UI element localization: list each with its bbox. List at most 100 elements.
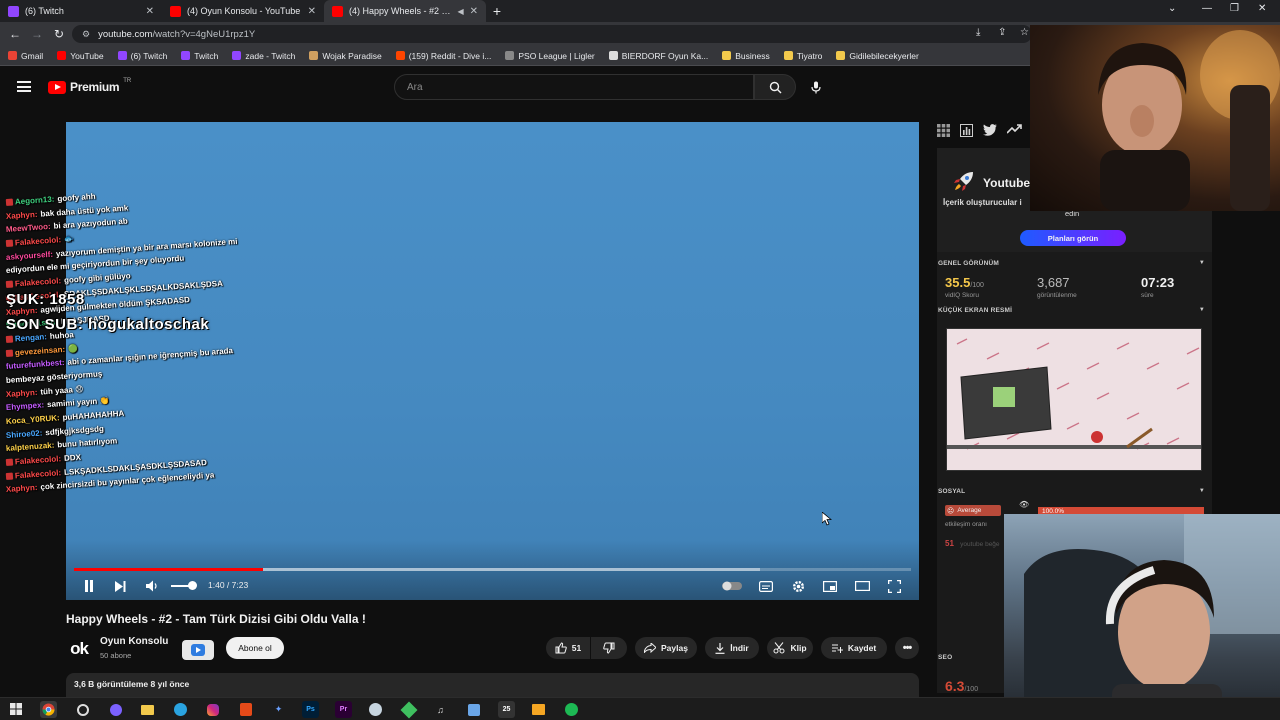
bookmark-item[interactable]: Tiyatro [783, 51, 822, 61]
chat-username: Falakecolol: [14, 276, 62, 289]
webcam-bottom [1004, 514, 1280, 720]
app-icon-green[interactable] [400, 701, 417, 718]
files-icon[interactable] [530, 701, 547, 718]
bookmark-icon [836, 51, 846, 60]
search-input[interactable]: Ara [394, 74, 754, 100]
next-button[interactable] [112, 577, 128, 595]
maximize-icon[interactable]: ❐ [1230, 3, 1239, 14]
social-section-header[interactable]: SOSYAL ▼ [938, 488, 1211, 495]
video-thumbnail[interactable] [946, 328, 1202, 471]
see-plans-button[interactable]: Planları görün [1020, 230, 1126, 246]
miniplayer-button[interactable] [822, 577, 838, 595]
subtitles-button[interactable] [758, 577, 774, 595]
autoplay-toggle[interactable] [721, 577, 743, 595]
premiere-icon[interactable]: Pr [335, 701, 352, 718]
new-tab-button[interactable]: + [486, 0, 508, 22]
bookmark-item[interactable]: Twitch [181, 51, 218, 61]
office-icon[interactable] [237, 701, 254, 718]
reload-icon[interactable]: ↻ [48, 27, 70, 41]
download-button[interactable]: İndir [705, 637, 759, 659]
extension-badge[interactable] [182, 640, 214, 660]
bookmark-star-icon[interactable]: ☆ [1020, 27, 1029, 38]
description-box[interactable]: 3,6 B görüntüleme 8 yıl önce [66, 673, 919, 697]
rocket-icon [954, 172, 973, 191]
chrome-icon[interactable] [40, 701, 57, 718]
close-icon[interactable]: ✕ [470, 6, 478, 17]
photoshop-icon[interactable]: Ps [302, 701, 319, 718]
bookmark-item[interactable]: BIERDORF Oyun Ka... [608, 51, 708, 61]
bookmark-icon [395, 51, 405, 60]
bookmark-item[interactable]: YouTube [57, 51, 104, 61]
chat-text: goofy ahh [57, 191, 96, 204]
overview-section-header[interactable]: GENEL GÖRÜNÜM ▼ [938, 260, 1211, 267]
app-icon-blue[interactable] [465, 701, 482, 718]
score-label: vidIQ Skoru [945, 292, 979, 299]
bookmark-item[interactable]: (6) Twitch [117, 51, 167, 61]
youtube-logo[interactable]: Premium TR [48, 78, 131, 94]
grid-icon[interactable] [937, 124, 950, 137]
instagram-icon[interactable] [204, 701, 221, 718]
steam-icon[interactable] [367, 701, 384, 718]
trending-icon[interactable] [1007, 124, 1022, 134]
folder-icon[interactable] [139, 701, 156, 718]
save-button[interactable]: Kaydet [821, 637, 887, 659]
site-info-icon[interactable]: ⚙ [82, 29, 90, 40]
install-icon[interactable]: ⤓ [976, 27, 980, 38]
hamburger-menu-icon[interactable] [17, 81, 31, 92]
windows-start-icon[interactable] [10, 703, 22, 715]
bookmark-item[interactable]: Wojak Paradise [309, 51, 382, 61]
subscribe-button[interactable]: Abone ol [226, 637, 284, 659]
dislike-button[interactable] [591, 637, 627, 659]
close-icon[interactable]: ✕ [146, 6, 154, 17]
bar-chart-icon[interactable] [960, 124, 973, 137]
bookmark-item[interactable]: Business [722, 51, 770, 61]
settings-button[interactable] [790, 577, 806, 595]
voice-search-button[interactable] [804, 75, 828, 99]
twitter-icon[interactable] [983, 124, 997, 136]
browser-tab-oyun-konsolu[interactable]: (4) Oyun Konsolu - YouTube ✕ [162, 0, 324, 22]
vidiq-toolbar [937, 124, 1022, 137]
bookmark-item[interactable]: PSO League | Ligler [505, 51, 595, 61]
progress-played [74, 568, 264, 571]
obs-icon[interactable] [74, 701, 91, 718]
minimize-icon[interactable]: — [1202, 3, 1212, 14]
pause-button[interactable] [81, 577, 97, 595]
close-icon[interactable]: ✕ [308, 6, 316, 17]
bookmark-item[interactable]: Gmail [8, 51, 43, 61]
chat-badge-icon [5, 239, 14, 248]
browser-tab-twitch[interactable]: (6) Twitch ✕ [0, 0, 162, 22]
more-actions-button[interactable]: ••• [895, 637, 919, 659]
speaker-icon[interactable]: ◀ [457, 7, 463, 16]
calendar-icon[interactable]: 25 [498, 701, 515, 718]
channel-avatar[interactable]: ok [66, 636, 92, 662]
mute-button[interactable] [144, 577, 160, 595]
forward-icon[interactable]: → [26, 27, 48, 41]
like-button[interactable]: 51 [546, 637, 590, 659]
bookmark-label: Business [735, 50, 770, 61]
bookmark-item[interactable]: (159) Reddit - Dive i... [395, 51, 491, 61]
progress-bar[interactable] [74, 568, 911, 571]
search-button[interactable] [754, 74, 796, 100]
telegram-icon[interactable] [172, 701, 189, 718]
app-icon[interactable]: ✦ [270, 701, 287, 718]
clip-button[interactable]: Klip [767, 637, 813, 659]
close-window-icon[interactable]: ✕ [1258, 3, 1266, 14]
back-icon[interactable]: ← [4, 27, 26, 41]
chat-text: tüh yaaa 😞 [40, 384, 84, 397]
streamlabs-icon[interactable] [107, 701, 124, 718]
tab-search-icon[interactable]: ⌄ [1168, 3, 1176, 14]
fullscreen-button[interactable] [886, 577, 902, 595]
share-icon[interactable]: ⇪ [998, 27, 1006, 38]
theater-mode-button[interactable] [854, 577, 870, 595]
browser-tab-happy-wheels[interactable]: (4) Happy Wheels - #2 - Tam ◀ ✕ [324, 0, 486, 22]
bookmark-item[interactable]: zade - Twitch [232, 51, 295, 61]
music-icon[interactable]: ♫ [432, 701, 449, 718]
thumbnail-section-header[interactable]: KÜÇÜK EKRAN RESMİ ▼ [938, 307, 1211, 314]
channel-name[interactable]: Oyun Konsolu [100, 636, 168, 647]
duration-label: süre [1141, 292, 1154, 299]
volume-slider-handle[interactable] [188, 581, 197, 590]
share-button[interactable]: Paylaş [635, 637, 697, 659]
url-field[interactable]: ⚙ youtube.com/watch?v=4gNeU1rpz1Y [72, 25, 1032, 43]
spotify-icon[interactable] [563, 701, 580, 718]
bookmark-item[interactable]: Gidilebilecekyerler [836, 51, 919, 61]
